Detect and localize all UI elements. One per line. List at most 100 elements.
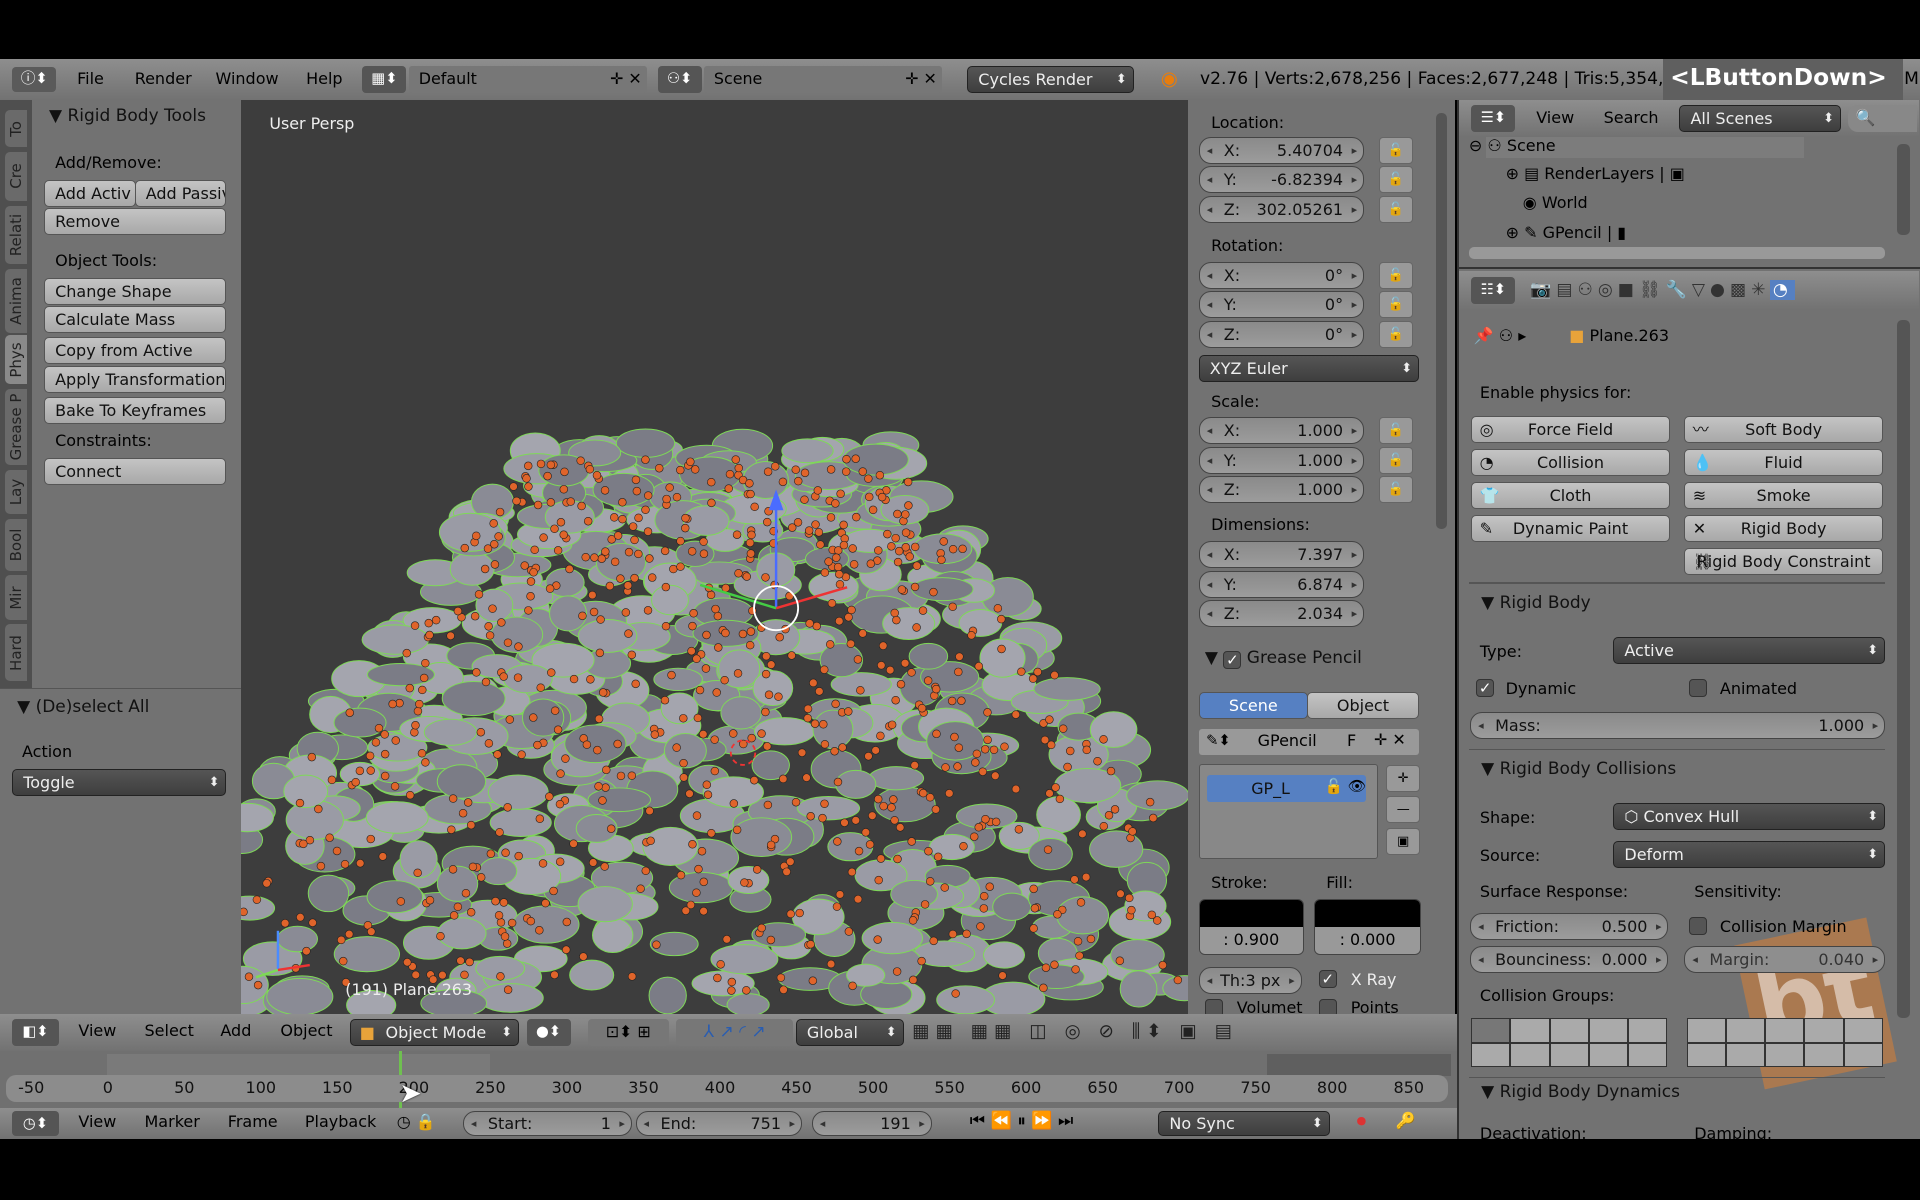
playback-controls[interactable]: ⏮ ⏪ ⏸ ⏩ ⏭: [970, 1111, 1074, 1131]
rotation-y-field[interactable]: Y:0°: [1198, 291, 1365, 319]
remove-button[interactable]: Remove: [44, 208, 227, 236]
tab-hard[interactable]: Hard: [4, 624, 27, 681]
vertical-scrollbar[interactable]: [1897, 144, 1910, 236]
collision-group-cell[interactable]: [1765, 1042, 1805, 1068]
collision-group-cell[interactable]: [1843, 1042, 1883, 1068]
screen-layout-icon[interactable]: ▦⬍: [362, 66, 407, 93]
lock-icon[interactable]: 🔓: [1378, 195, 1413, 223]
lock-icon[interactable]: 🔓: [1378, 446, 1413, 474]
lock-icon[interactable]: 🔓: [1378, 291, 1413, 319]
preview-range-icons[interactable]: ◷ 🔒: [397, 1112, 436, 1131]
scale-z-field[interactable]: Z:1.000: [1198, 476, 1365, 504]
collision-group-cell[interactable]: [1549, 1018, 1589, 1043]
scrollbar[interactable]: [1897, 320, 1910, 1019]
bake-to-keyframes-button[interactable]: Bake To Keyframes: [44, 396, 227, 424]
collision-group-cell[interactable]: [1510, 1042, 1550, 1068]
operator-title[interactable]: ▼ (De)select All: [17, 697, 149, 717]
physics-fluid-button[interactable]: 💧 Fluid: [1684, 448, 1883, 476]
properties-type-icon[interactable]: ☷⬍: [1471, 277, 1516, 305]
scale-y-field[interactable]: Y:1.000: [1198, 446, 1365, 474]
friction-field[interactable]: Friction:0.500: [1470, 912, 1669, 940]
layout-field[interactable]: Default ✛ ✕: [409, 66, 647, 93]
collisions-panel-title[interactable]: ▼ Rigid Body Collisions: [1481, 759, 1676, 779]
grease-pencil-title[interactable]: ▼ ✓ Grease Pencil: [1205, 648, 1362, 670]
rigid-body-panel-title[interactable]: ▼ Rigid Body: [1481, 593, 1591, 613]
record-icon[interactable]: ⏺: [1357, 1111, 1366, 1132]
dynamics-panel-title[interactable]: ▼ Rigid Body Dynamics: [1481, 1082, 1680, 1102]
physics-tab-icon[interactable]: ◔: [1770, 280, 1795, 301]
outliner-item-gpencil[interactable]: ⊕ ✎ GPencil | ▮: [1506, 223, 1627, 242]
dimensions-x-field[interactable]: X:7.397: [1198, 541, 1365, 569]
gp-object-toggle[interactable]: Object: [1306, 691, 1420, 719]
menu-playback[interactable]: Playback: [305, 1112, 376, 1131]
collision-margin-checkbox[interactable]: [1689, 916, 1708, 935]
menu-view[interactable]: View: [1536, 108, 1574, 127]
collision-group-cell[interactable]: [1725, 1042, 1766, 1068]
add-layer-icon[interactable]: ✛: [1386, 765, 1421, 793]
editor-type-icon[interactable]: ◧⬍: [12, 1018, 59, 1046]
physics-soft-body-button[interactable]: 〰 Soft Body: [1684, 415, 1883, 443]
remove-layer-icon[interactable]: —: [1386, 795, 1421, 823]
end-frame-field[interactable]: End:751: [635, 1110, 802, 1137]
collision-group-cell[interactable]: [1686, 1018, 1727, 1043]
gp-datablock[interactable]: ✎⬍ GPencil F ✛ ✕: [1198, 728, 1420, 756]
physics-force-field-button[interactable]: ◎ Force Field: [1471, 415, 1670, 443]
menu-render[interactable]: Render: [135, 69, 192, 88]
gp-scene-toggle[interactable]: Scene: [1198, 691, 1308, 719]
stroke-alpha[interactable]: : 0.900: [1199, 926, 1303, 954]
menu-help[interactable]: Help: [306, 69, 342, 88]
start-frame-field[interactable]: Start:1: [462, 1110, 632, 1137]
orientation-select[interactable]: Global: [795, 1018, 904, 1046]
tab-to[interactable]: To: [4, 110, 27, 147]
menu-frame[interactable]: Frame: [228, 1112, 278, 1131]
current-frame-field[interactable]: 191: [811, 1110, 932, 1137]
outliner-type-icon[interactable]: ☰⬍: [1471, 105, 1516, 133]
menu-select[interactable]: Select: [145, 1021, 194, 1040]
collision-group-cell[interactable]: [1628, 1042, 1668, 1068]
scale-x-field[interactable]: X:1.000: [1198, 417, 1365, 445]
bounciness-field[interactable]: Bounciness:0.000: [1470, 945, 1669, 973]
stroke-color[interactable]: : 0.900: [1198, 898, 1304, 955]
lock-icon[interactable]: 🔓: [1378, 320, 1413, 348]
scene-icon[interactable]: ⚇⬍: [657, 66, 702, 93]
type-select[interactable]: Active: [1613, 637, 1886, 665]
shading-icon[interactable]: ●⬍: [526, 1018, 571, 1046]
outliner-item-renderlayers[interactable]: ⊕ ▤ RenderLayers | ▣: [1506, 164, 1685, 183]
add-passive-button[interactable]: Add Passiv: [134, 179, 227, 207]
gp-layer-item[interactable]: GP_L 🔓 👁: [1207, 774, 1366, 802]
collision-group-cell[interactable]: [1686, 1042, 1727, 1068]
gp-fake-user[interactable]: F: [1347, 731, 1356, 750]
render-engine-select[interactable]: Cycles Render: [967, 66, 1134, 94]
sync-select[interactable]: No Sync: [1158, 1110, 1330, 1137]
fill-alpha[interactable]: : 0.000: [1314, 926, 1421, 954]
collision-group-cell[interactable]: [1804, 1018, 1844, 1043]
tab-lay[interactable]: Lay: [4, 470, 27, 515]
physics-dynamic-paint-button[interactable]: ✎ Dynamic Paint: [1471, 514, 1670, 542]
collision-group-cell[interactable]: [1804, 1042, 1844, 1068]
physics-rigid-body-constraint-button[interactable]: ⛓ Rigid Body Constraint: [1684, 548, 1883, 576]
action-select[interactable]: Toggle: [12, 768, 227, 796]
shape-select[interactable]: ⬡ Convex Hull: [1613, 802, 1886, 830]
menu-marker[interactable]: Marker: [145, 1112, 200, 1131]
volumetric-checkbox[interactable]: [1204, 999, 1223, 1014]
scrollbar[interactable]: [1436, 112, 1448, 529]
tab-grease-p[interactable]: Grease P: [4, 389, 27, 466]
rotation-mode-select[interactable]: XYZ Euler: [1198, 355, 1420, 383]
menu-view[interactable]: View: [78, 1021, 116, 1040]
rotation-z-field[interactable]: Z:0°: [1198, 320, 1365, 348]
collision-group-cell[interactable]: [1628, 1018, 1668, 1043]
dimensions-y-field[interactable]: Y:6.874: [1198, 570, 1365, 598]
tab-cre[interactable]: Cre: [4, 151, 27, 201]
apply-transformation-button[interactable]: Apply Transformation: [44, 366, 227, 394]
animated-checkbox[interactable]: [1689, 679, 1708, 698]
collision-group-cell[interactable]: [1471, 1018, 1511, 1043]
mode-select[interactable]: ■ Object Mode: [350, 1018, 520, 1046]
collision-group-cell[interactable]: [1549, 1042, 1589, 1068]
menu-add[interactable]: Add: [220, 1021, 251, 1040]
tab-relati[interactable]: Relati: [4, 205, 27, 265]
physics-rigid-body-button[interactable]: ✕ Rigid Body: [1684, 514, 1883, 542]
layer-options-icon[interactable]: ▣: [1386, 827, 1421, 855]
lock-icon[interactable]: 🔓: [1378, 417, 1413, 445]
layer-buttons-and-tools[interactable]: ▦▦ ▦▦ ◫ ◎ ⊘ ⫼⬍ ▣ ▤: [912, 1019, 1439, 1046]
collision-group-cell[interactable]: [1510, 1018, 1550, 1043]
